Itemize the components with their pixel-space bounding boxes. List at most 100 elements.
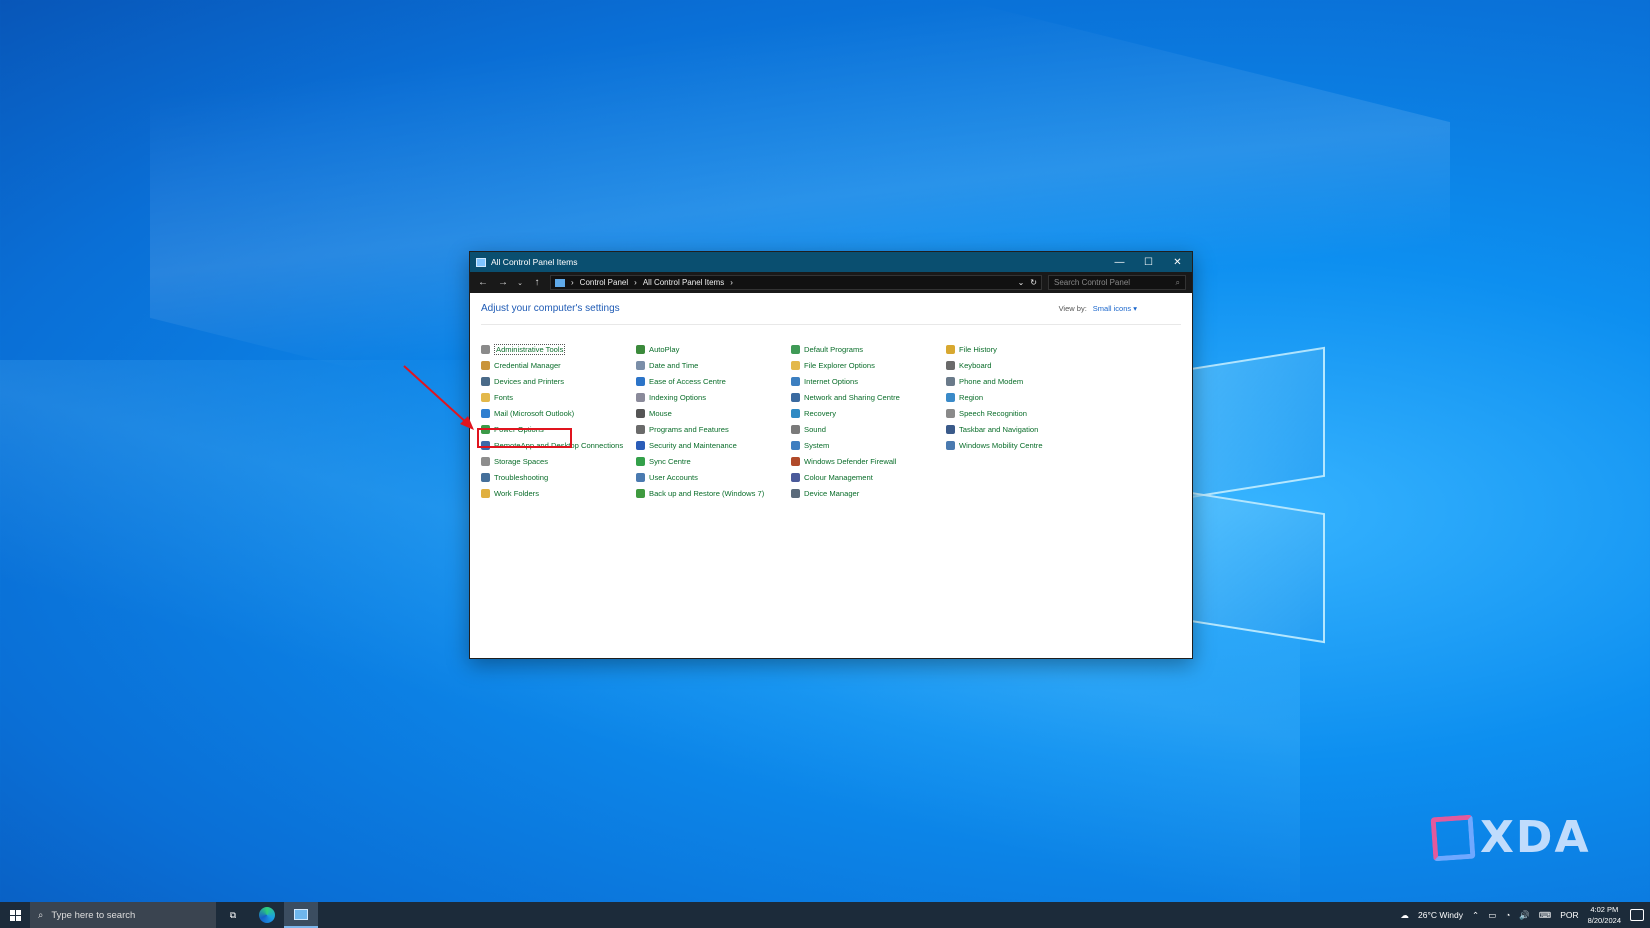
item-icon	[481, 376, 490, 386]
minimize-button[interactable]: —	[1105, 252, 1134, 272]
item-label: Sync Centre	[649, 457, 691, 467]
control-panel-item[interactable]: Work Folders	[481, 486, 636, 502]
breadcrumb-all-items[interactable]: All Control Panel Items	[643, 278, 724, 287]
control-panel-item[interactable]: Fonts	[481, 389, 636, 405]
maximize-button[interactable]: ☐	[1134, 252, 1163, 272]
forward-arrow-icon[interactable]: →	[496, 277, 510, 288]
control-panel-item[interactable]: File Explorer Options	[791, 357, 946, 373]
item-label: Administrative Tools	[494, 343, 566, 355]
item-label: Network and Sharing Centre	[804, 392, 900, 402]
xda-text: XDA	[1480, 812, 1591, 863]
item-label: Phone and Modem	[959, 376, 1024, 386]
item-label: Mail (Microsoft Outlook)	[494, 408, 575, 418]
control-panel-item[interactable]: Back up and Restore (Windows 7)	[636, 486, 791, 502]
control-panel-item[interactable]: Sync Centre	[636, 454, 791, 470]
item-label: Colour Management	[804, 473, 873, 483]
xda-watermark: XDA	[1430, 812, 1591, 863]
item-label: File History	[959, 344, 997, 354]
up-arrow-icon[interactable]: ↑	[530, 277, 544, 288]
item-icon	[481, 360, 490, 370]
control-panel-item[interactable]: Keyboard	[946, 357, 1101, 373]
item-icon	[636, 457, 645, 467]
notification-icon[interactable]	[1630, 909, 1644, 921]
item-label: Windows Defender Firewall	[804, 457, 897, 467]
battery-icon[interactable]: ▭	[1488, 910, 1496, 921]
start-button[interactable]	[0, 902, 30, 928]
tray-overflow-icon[interactable]: ⌃	[1472, 910, 1479, 921]
item-icon	[946, 344, 955, 354]
item-label: Programs and Features	[649, 425, 729, 435]
taskbar-search-box[interactable]: ⌕ Type here to search	[30, 902, 216, 928]
view-by-dropdown[interactable]: Small icons ▾	[1093, 304, 1137, 313]
item-label: Security and Maintenance	[649, 441, 737, 451]
item-icon	[636, 473, 645, 483]
breadcrumb-control-panel[interactable]: Control Panel	[580, 278, 628, 287]
control-panel-item[interactable]: Security and Maintenance	[636, 438, 791, 454]
control-panel-item[interactable]: Speech Recognition	[946, 405, 1101, 421]
item-label: Mouse	[649, 408, 672, 418]
item-icon	[636, 392, 645, 402]
control-panel-item[interactable]: Programs and Features	[636, 421, 791, 437]
power-options-highlight	[477, 428, 572, 448]
item-label: User Accounts	[649, 473, 698, 483]
control-panel-item[interactable]: Sound	[791, 421, 946, 437]
window-title: All Control Panel Items	[491, 257, 578, 267]
control-panel-item[interactable]: Colour Management	[791, 470, 946, 486]
refresh-icon[interactable]: ↻	[1030, 278, 1037, 287]
clock[interactable]: 4:02 PM 8/20/2024	[1588, 904, 1621, 926]
keyboard-icon[interactable]: ⌨	[1539, 910, 1551, 921]
control-panel-item[interactable]: Credential Manager	[481, 357, 636, 373]
control-panel-item[interactable]: Indexing Options	[636, 389, 791, 405]
item-icon	[791, 457, 800, 467]
control-panel-item[interactable]: Internet Options	[791, 373, 946, 389]
weather-icon[interactable]: ☁	[1401, 910, 1410, 921]
breadcrumb[interactable]: › Control Panel › All Control Panel Item…	[550, 275, 1042, 290]
control-panel-item[interactable]: AutoPlay	[636, 341, 791, 357]
control-panel-item[interactable]: Recovery	[791, 405, 946, 421]
search-icon: ⌕	[38, 909, 44, 921]
item-label: Speech Recognition	[959, 408, 1027, 418]
content-area: Adjust your computer's settings View by:…	[470, 293, 1192, 502]
control-panel-item[interactable]: Windows Mobility Centre	[946, 438, 1101, 454]
language-indicator[interactable]: POR	[1560, 910, 1578, 920]
control-panel-item[interactable]: Devices and Printers	[481, 373, 636, 389]
item-label: Troubleshooting	[494, 473, 549, 483]
control-panel-item[interactable]: Administrative Tools	[481, 341, 636, 357]
item-label: Back up and Restore (Windows 7)	[649, 489, 765, 499]
item-icon	[636, 489, 645, 499]
taskbar: ⌕ Type here to search ⧉ ☁ 26°C Windy ⌃ ▭…	[0, 902, 1650, 928]
control-panel-item[interactable]: Region	[946, 389, 1101, 405]
address-bar: ← → ⌄ ↑ › Control Panel › All Control Pa…	[470, 272, 1192, 293]
back-arrow-icon[interactable]: ←	[476, 277, 490, 288]
control-panel-item[interactable]: Taskbar and Navigation	[946, 421, 1101, 437]
item-label: Region	[959, 392, 984, 402]
address-dropdown-icon[interactable]: ⌄	[1018, 278, 1025, 287]
edge-browser-icon[interactable]	[250, 902, 284, 928]
item-icon	[946, 360, 955, 370]
control-panel-item[interactable]: Device Manager	[791, 486, 946, 502]
weather-text[interactable]: 26°C Windy	[1418, 910, 1463, 920]
control-panel-item[interactable]: User Accounts	[636, 470, 791, 486]
control-panel-item[interactable]: Network and Sharing Centre	[791, 389, 946, 405]
item-label: Internet Options	[804, 376, 859, 386]
control-panel-item[interactable]: Storage Spaces	[481, 454, 636, 470]
control-panel-item[interactable]: Mail (Microsoft Outlook)	[481, 405, 636, 421]
volume-icon[interactable]: 🔊	[1519, 910, 1530, 921]
recent-locations-icon[interactable]: ⌄	[516, 279, 524, 287]
control-panel-item[interactable]: Ease of Access Centre	[636, 373, 791, 389]
task-view-icon[interactable]: ⧉	[216, 902, 250, 928]
control-panel-item[interactable]: Phone and Modem	[946, 373, 1101, 389]
close-button[interactable]: ✕	[1163, 252, 1192, 272]
control-panel-item[interactable]: System	[791, 438, 946, 454]
red-arrow-annotation	[403, 365, 474, 430]
control-panel-taskbar-icon[interactable]	[284, 902, 318, 928]
control-panel-item[interactable]: Date and Time	[636, 357, 791, 373]
network-icon[interactable]: ◔	[1505, 910, 1510, 920]
control-panel-item[interactable]: Default Programs	[791, 341, 946, 357]
search-input[interactable]: Search Control Panel ⌕	[1048, 275, 1186, 290]
control-panel-item[interactable]: File History	[946, 341, 1101, 357]
control-panel-item[interactable]: Windows Defender Firewall	[791, 454, 946, 470]
control-panel-item[interactable]: Troubleshooting	[481, 470, 636, 486]
item-icon	[636, 376, 645, 386]
control-panel-item[interactable]: Mouse	[636, 405, 791, 421]
